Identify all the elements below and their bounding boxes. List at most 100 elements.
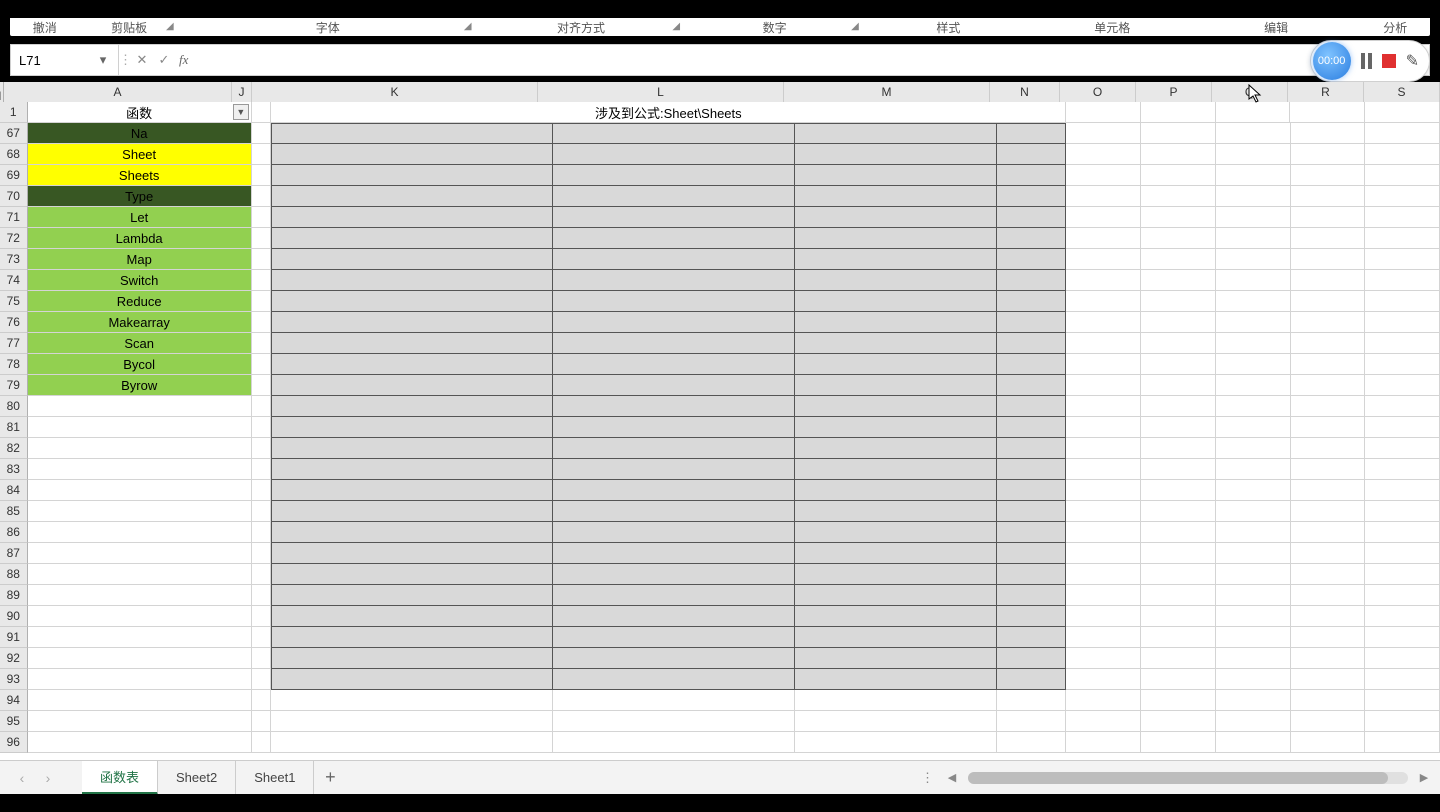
cell[interactable] — [271, 270, 552, 291]
cell[interactable] — [997, 732, 1066, 753]
cell[interactable] — [271, 417, 552, 438]
cell[interactable]: Sheet — [28, 144, 252, 165]
row-header[interactable]: 84 — [0, 480, 28, 501]
cell[interactable] — [1216, 186, 1291, 207]
cell[interactable] — [252, 711, 272, 732]
cell[interactable] — [795, 354, 998, 375]
cell[interactable] — [28, 522, 252, 543]
column-header[interactable]: O — [1060, 82, 1136, 102]
cell[interactable] — [252, 564, 272, 585]
cell[interactable] — [997, 270, 1066, 291]
cell[interactable] — [553, 249, 795, 270]
cell[interactable] — [795, 606, 998, 627]
cell[interactable] — [1365, 102, 1440, 123]
cell[interactable] — [795, 627, 998, 648]
cell[interactable] — [997, 396, 1066, 417]
cell[interactable] — [252, 207, 272, 228]
cell[interactable] — [1365, 438, 1440, 459]
cell[interactable] — [1066, 438, 1141, 459]
cell[interactable] — [553, 732, 795, 753]
cell[interactable] — [1291, 396, 1366, 417]
cell[interactable] — [553, 585, 795, 606]
cell[interactable] — [1066, 165, 1141, 186]
cell[interactable] — [553, 396, 795, 417]
row-header[interactable]: 68 — [0, 144, 28, 165]
cell[interactable] — [553, 606, 795, 627]
cell[interactable] — [1291, 144, 1366, 165]
cell[interactable] — [1066, 102, 1141, 123]
row-header[interactable]: 94 — [0, 690, 28, 711]
cell[interactable] — [1066, 627, 1141, 648]
cell[interactable] — [252, 291, 272, 312]
cell[interactable] — [795, 417, 998, 438]
cell[interactable] — [553, 270, 795, 291]
cell[interactable] — [1066, 228, 1141, 249]
cell[interactable] — [1141, 270, 1216, 291]
cell[interactable]: Let — [28, 207, 252, 228]
cell[interactable] — [1291, 732, 1366, 753]
cell[interactable] — [553, 312, 795, 333]
cell[interactable]: Byrow — [28, 375, 252, 396]
cell[interactable] — [795, 669, 998, 690]
cell[interactable] — [1216, 312, 1291, 333]
cell[interactable] — [271, 144, 552, 165]
cell[interactable] — [795, 396, 998, 417]
cell[interactable] — [1141, 690, 1216, 711]
cell[interactable] — [271, 606, 552, 627]
cell[interactable] — [271, 438, 552, 459]
cell[interactable] — [1066, 585, 1141, 606]
cell[interactable] — [1216, 606, 1291, 627]
cell[interactable] — [271, 501, 552, 522]
cell[interactable] — [1066, 249, 1141, 270]
row-header[interactable]: 90 — [0, 606, 28, 627]
cell[interactable] — [252, 501, 272, 522]
cell[interactable] — [1365, 144, 1440, 165]
cell[interactable] — [28, 480, 252, 501]
cell[interactable] — [1291, 186, 1366, 207]
cell[interactable] — [1141, 648, 1216, 669]
sheet-tab[interactable]: Sheet2 — [158, 761, 236, 795]
cell[interactable] — [1141, 459, 1216, 480]
cell[interactable] — [1066, 543, 1141, 564]
cell[interactable] — [997, 480, 1066, 501]
cell[interactable]: Switch — [28, 270, 252, 291]
cell[interactable] — [252, 522, 272, 543]
column-header[interactable]: L — [538, 82, 784, 102]
cell[interactable] — [271, 396, 552, 417]
cell[interactable] — [28, 648, 252, 669]
cell[interactable]: Bycol — [28, 354, 252, 375]
cell[interactable] — [1216, 459, 1291, 480]
cell[interactable] — [553, 459, 795, 480]
cell[interactable] — [252, 438, 272, 459]
cell[interactable] — [1141, 291, 1216, 312]
cell[interactable] — [1141, 732, 1216, 753]
cell[interactable] — [1216, 144, 1291, 165]
cell[interactable] — [252, 627, 272, 648]
cell[interactable] — [553, 333, 795, 354]
cell[interactable] — [252, 480, 272, 501]
cell[interactable] — [1141, 165, 1216, 186]
cell[interactable] — [1141, 312, 1216, 333]
cell[interactable] — [1066, 207, 1141, 228]
cell[interactable] — [271, 480, 552, 501]
column-header[interactable]: S — [1364, 82, 1440, 102]
cell[interactable] — [1290, 102, 1365, 123]
cell[interactable] — [997, 144, 1066, 165]
cell[interactable] — [553, 690, 795, 711]
cell[interactable] — [1216, 165, 1291, 186]
cell[interactable] — [1066, 648, 1141, 669]
cell[interactable] — [553, 417, 795, 438]
cell[interactable] — [271, 249, 552, 270]
row-header[interactable]: 82 — [0, 438, 28, 459]
cell[interactable] — [252, 396, 272, 417]
cell[interactable] — [1291, 375, 1366, 396]
cell[interactable] — [1216, 690, 1291, 711]
cell[interactable] — [1291, 207, 1366, 228]
cell[interactable] — [1216, 291, 1291, 312]
cell[interactable] — [271, 375, 552, 396]
cell[interactable] — [1365, 186, 1440, 207]
cell[interactable] — [271, 669, 552, 690]
column-header[interactable]: P — [1136, 82, 1212, 102]
cell[interactable] — [1141, 564, 1216, 585]
cell[interactable] — [795, 543, 998, 564]
